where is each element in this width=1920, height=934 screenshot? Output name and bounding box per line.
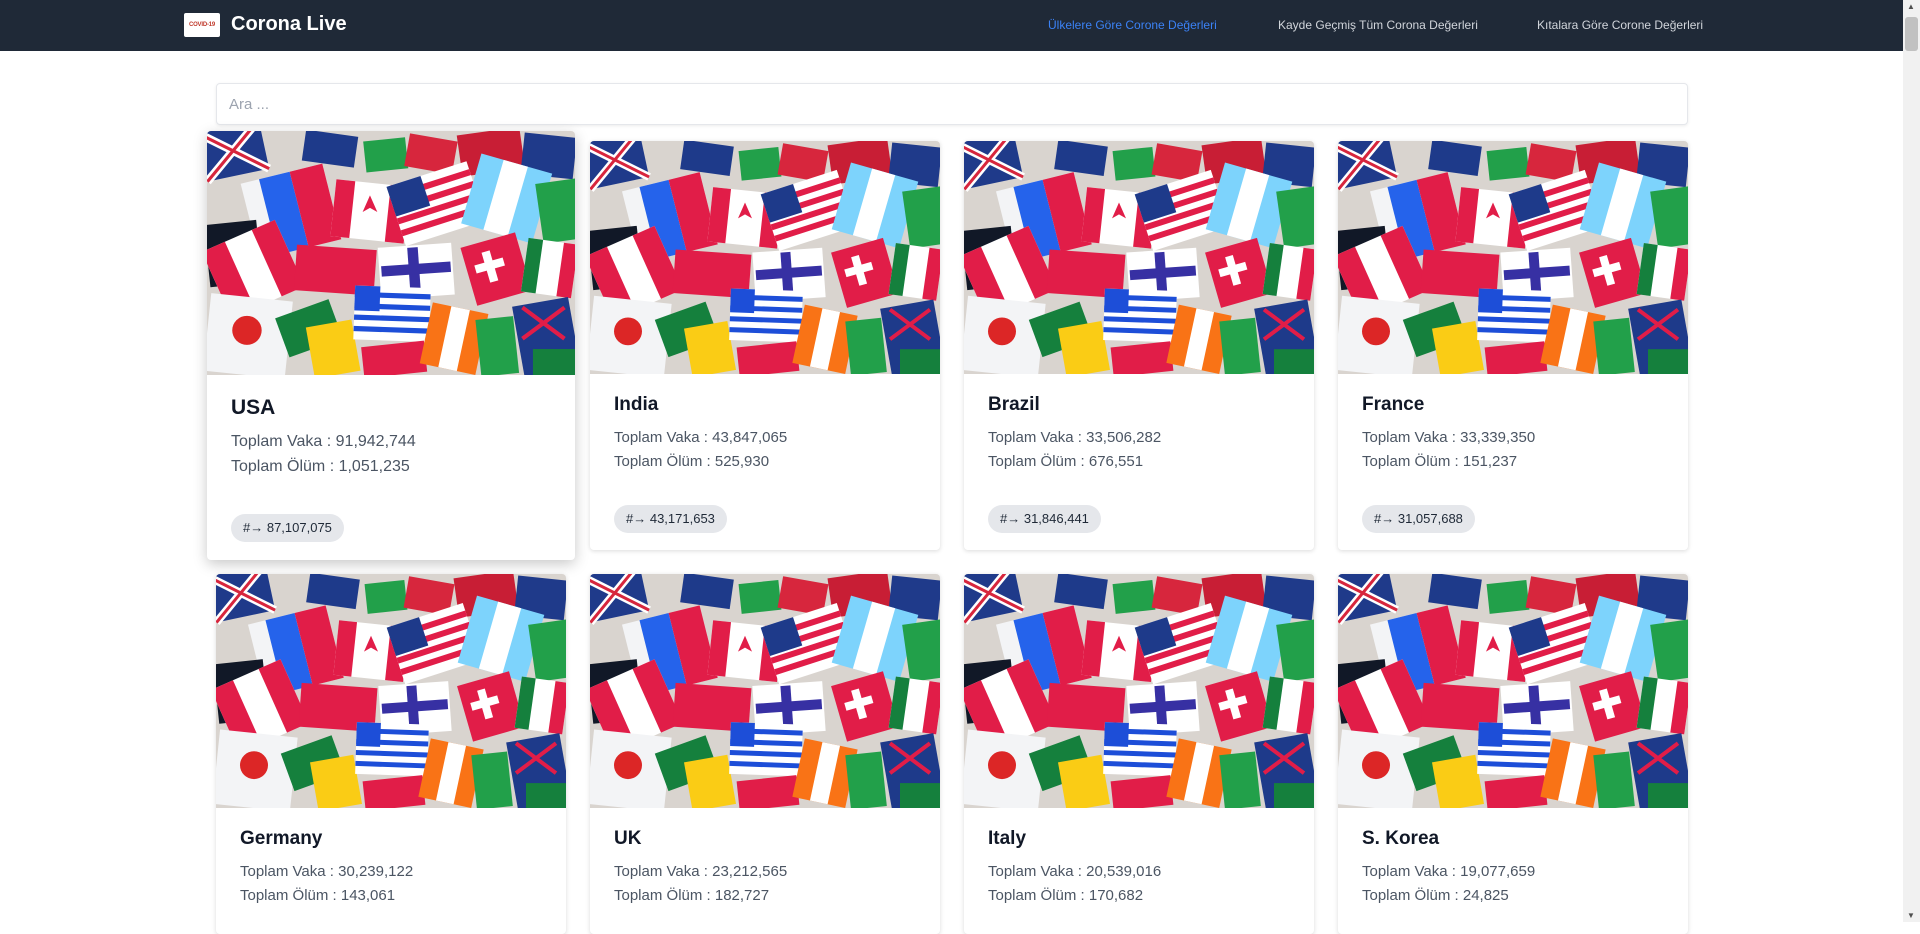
- country-card-brazil[interactable]: Brazil Toplam Vaka : 33,506,282 Toplam Ö…: [964, 141, 1314, 550]
- country-name: India: [614, 394, 659, 415]
- recovered-badge: #→ 31,057,688: [1362, 505, 1475, 533]
- total-cases: Toplam Vaka : 19,077,659: [1362, 863, 1536, 880]
- country-card-italy[interactable]: Italy Toplam Vaka : 20,539,016 Toplam Öl…: [964, 574, 1314, 934]
- nav-link-all-records[interactable]: Kayde Geçmiş Tüm Corona Değerleri: [1278, 18, 1478, 32]
- country-name: France: [1362, 394, 1425, 415]
- flags-image: [590, 141, 940, 374]
- total-deaths: Toplam Ölüm : 1,051,235: [231, 458, 410, 475]
- total-deaths: Toplam Ölüm : 143,061: [240, 887, 396, 904]
- total-deaths: Toplam Ölüm : 182,727: [614, 887, 770, 904]
- total-deaths: Toplam Ölüm : 525,930: [614, 453, 770, 470]
- covid-logo[interactable]: COVID-19: [184, 13, 220, 37]
- search-input[interactable]: [216, 83, 1688, 125]
- nav-link-continents[interactable]: Kıtalara Göre Corone Değerleri: [1537, 18, 1703, 32]
- flags-image: [207, 131, 575, 375]
- total-deaths: Toplam Ölüm : 151,237: [1362, 453, 1518, 470]
- scroll-up-icon[interactable]: ▲: [1907, 2, 1915, 11]
- flags-image: [216, 574, 566, 808]
- country-name: S. Korea: [1362, 828, 1440, 849]
- country-name: Italy: [988, 828, 1027, 849]
- recovered-badge: #→ 31,846,441: [988, 505, 1101, 533]
- scrollbar-thumb[interactable]: [1905, 17, 1918, 51]
- total-deaths: Toplam Ölüm : 24,825: [1362, 887, 1509, 904]
- country-card-france[interactable]: France Toplam Vaka : 33,339,350 Toplam Ö…: [1338, 141, 1688, 550]
- total-cases: Toplam Vaka : 23,212,565: [614, 863, 788, 880]
- total-cases: Toplam Vaka : 30,239,122: [240, 863, 414, 880]
- country-card-usa[interactable]: USA Toplam Vaka : 91,942,744 Toplam Ölüm…: [207, 131, 575, 560]
- total-cases: Toplam Vaka : 33,506,282: [988, 429, 1162, 446]
- flags-image: [964, 574, 1314, 808]
- country-card-india[interactable]: India Toplam Vaka : 43,847,065 Toplam Öl…: [590, 141, 940, 550]
- country-name: UK: [614, 828, 642, 849]
- flags-image: [1338, 574, 1688, 808]
- country-name: USA: [231, 396, 276, 419]
- recovered-badge: #→ 43,171,653: [614, 505, 727, 533]
- country-card-uk[interactable]: UK Toplam Vaka : 23,212,565 Toplam Ölüm …: [590, 574, 940, 934]
- top-navbar: COVID-19 Corona Live Ülkelere Göre Coron…: [0, 0, 1920, 51]
- recovered-badge: #→ 87,107,075: [231, 514, 344, 542]
- brand-title[interactable]: Corona Live: [231, 13, 347, 36]
- total-cases: Toplam Vaka : 33,339,350: [1362, 429, 1536, 446]
- total-deaths: Toplam Ölüm : 170,682: [988, 887, 1144, 904]
- total-cases: Toplam Vaka : 43,847,065: [614, 429, 788, 446]
- logo-text: COVID-19: [188, 22, 216, 28]
- country-name: Brazil: [988, 394, 1040, 415]
- vertical-scrollbar[interactable]: ▲ ▼: [1903, 0, 1920, 922]
- nav-link-countries[interactable]: Ülkelere Göre Corone Değerleri: [1048, 18, 1217, 32]
- country-card-s-korea[interactable]: S. Korea Toplam Vaka : 19,077,659 Toplam…: [1338, 574, 1688, 934]
- flags-image: [964, 141, 1314, 374]
- country-name: Germany: [240, 828, 323, 849]
- total-deaths: Toplam Ölüm : 676,551: [988, 453, 1144, 470]
- country-card-germany[interactable]: Germany Toplam Vaka : 30,239,122 Toplam …: [216, 574, 566, 934]
- flags-image: [590, 574, 940, 808]
- scroll-down-icon[interactable]: ▼: [1907, 911, 1915, 920]
- total-cases: Toplam Vaka : 91,942,744: [231, 433, 416, 450]
- total-cases: Toplam Vaka : 20,539,016: [988, 863, 1162, 880]
- flags-image: [1338, 141, 1688, 374]
